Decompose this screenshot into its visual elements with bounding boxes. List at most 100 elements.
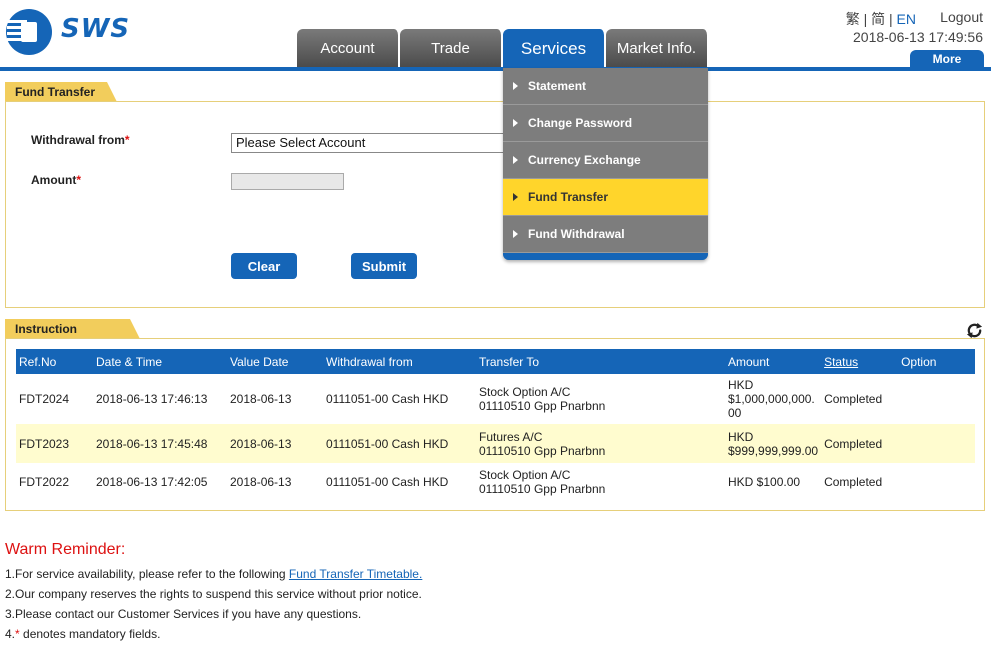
lang-separator: | bbox=[863, 11, 868, 27]
amount-line: HKD $100.00 bbox=[728, 474, 801, 489]
col-status[interactable]: Status bbox=[821, 349, 898, 374]
cell-ref: FDT2023 bbox=[19, 436, 70, 451]
menu-item-label: Fund Transfer bbox=[528, 190, 609, 204]
col-withdrawal-from: Withdrawal from bbox=[326, 354, 413, 369]
amount-input[interactable] bbox=[231, 173, 344, 190]
withdrawal-from-label-text: Withdrawal from bbox=[31, 133, 125, 147]
reminder-text: 4. bbox=[5, 627, 16, 641]
to-line: Stock Option A/C bbox=[479, 385, 571, 399]
cell-option bbox=[898, 374, 975, 424]
col-value-date: Value Date bbox=[230, 354, 289, 369]
nav-trade[interactable]: Trade bbox=[400, 29, 503, 68]
to-line: 01110510 Gpp Pnarbnn bbox=[479, 481, 606, 496]
cell-to: Stock Option A/C 01110510 Gpp Pnarbnn bbox=[476, 374, 725, 424]
lang-separator: | bbox=[889, 11, 893, 27]
amount-label-text: Amount bbox=[31, 173, 77, 187]
cell-status: Completed bbox=[824, 436, 883, 451]
clear-button[interactable]: Clear bbox=[231, 253, 297, 279]
instruction-history-title: Instruction history bbox=[5, 319, 140, 339]
fund-transfer-title: Fund Transfer bbox=[5, 82, 117, 102]
col-date-time: Date & Time bbox=[96, 354, 163, 369]
amount-line: $1,000,000,000. bbox=[728, 392, 815, 406]
main-nav: Account Trade Services Market Info. bbox=[297, 29, 709, 68]
menu-item-label: Currency Exchange bbox=[528, 153, 641, 167]
to-line: 01110510 Gpp Pnarbnn bbox=[479, 399, 606, 413]
header-divider bbox=[0, 67, 991, 71]
col-ref-no: Ref.No bbox=[19, 354, 57, 369]
col-status-label[interactable]: Status bbox=[824, 355, 858, 369]
menu-item-change-password[interactable]: Change Password bbox=[503, 105, 708, 142]
cell-status: Completed bbox=[824, 392, 883, 406]
nav-market-info[interactable]: Market Info. bbox=[606, 29, 709, 68]
nav-account[interactable]: Account bbox=[297, 29, 400, 68]
lang-traditional-link[interactable]: 繁 bbox=[846, 11, 860, 27]
menu-item-statement[interactable]: Statement bbox=[503, 68, 708, 105]
cell-to: Futures A/C 01110510 Gpp Pnarbnn bbox=[476, 424, 725, 463]
reminder-line-3: 3.Please contact our Customer Services i… bbox=[5, 607, 362, 621]
lang-english-link[interactable]: EN bbox=[897, 11, 916, 27]
col-transfer-to: Transfer To bbox=[479, 354, 540, 369]
cell-ref: FDT2024 bbox=[19, 392, 70, 406]
amount-label: Amount* bbox=[31, 173, 81, 187]
cell-value-date: 2018-06-13 bbox=[230, 436, 292, 451]
withdrawal-from-label: Withdrawal from* bbox=[31, 133, 130, 147]
cell-value-date: 2018-06-13 bbox=[230, 474, 292, 489]
reminder-line-2: 2.Our company reserves the rights to sus… bbox=[5, 587, 422, 601]
triangle-right-icon bbox=[513, 193, 518, 201]
instruction-history-table: Ref.No Date & Time Value Date Withdrawal… bbox=[16, 349, 975, 500]
menu-item-currency-exchange[interactable]: Currency Exchange bbox=[503, 142, 708, 179]
menu-item-label: Fund Withdrawal bbox=[528, 227, 625, 241]
submit-button[interactable]: Submit bbox=[351, 253, 417, 279]
cell-option bbox=[898, 424, 975, 463]
language-switcher: 繁 | 简 | EN bbox=[846, 9, 916, 29]
triangle-right-icon bbox=[513, 82, 518, 90]
table-header-row: Ref.No Date & Time Value Date Withdrawal… bbox=[16, 349, 975, 374]
header: SWS 繁 | 简 | EN Logout 2018-06-13 17:49:5… bbox=[0, 0, 991, 72]
required-mark: * bbox=[76, 173, 81, 187]
cell-datetime: 2018-06-13 17:46:13 bbox=[96, 392, 208, 406]
withdrawal-account-select[interactable]: Please Select Account bbox=[231, 133, 507, 153]
current-datetime: 2018-06-13 17:49:56 bbox=[853, 29, 983, 45]
cell-status: Completed bbox=[824, 474, 883, 489]
to-line: Stock Option A/C bbox=[479, 467, 571, 482]
fund-transfer-panel: Withdrawal from* Please Select Account A… bbox=[5, 101, 985, 308]
more-button[interactable]: More bbox=[910, 50, 984, 68]
menu-bottom-bar bbox=[503, 253, 708, 260]
reminder-title: Warm Reminder: bbox=[5, 541, 126, 558]
required-mark: * bbox=[124, 133, 130, 147]
reminder-text: denotes mandatory fields. bbox=[19, 627, 161, 641]
amount-line: 00 bbox=[728, 406, 742, 420]
cell-option bbox=[898, 463, 975, 500]
cell-amount: HKD $999,999,999.00 bbox=[725, 424, 821, 463]
triangle-right-icon bbox=[513, 119, 518, 127]
reminder-text: 1.For service availability, please refer… bbox=[5, 567, 289, 581]
table-row: FDT2022 2018-06-13 17:42:05 2018-06-13 0… bbox=[16, 463, 975, 500]
logo[interactable]: SWS bbox=[5, 8, 135, 58]
cell-value-date: 2018-06-13 bbox=[230, 392, 292, 406]
logout-link[interactable]: Logout bbox=[940, 9, 983, 25]
cell-to: Stock Option A/C 01110510 Gpp Pnarbnn bbox=[476, 463, 725, 500]
cell-ref: FDT2022 bbox=[19, 474, 70, 489]
cell-datetime: 2018-06-13 17:45:48 bbox=[96, 436, 208, 451]
amount-line: HKD bbox=[728, 378, 754, 392]
fund-transfer-timetable-link[interactable]: Fund Transfer Timetable. bbox=[289, 567, 422, 581]
sws-logo-icon bbox=[6, 9, 52, 55]
table-row: FDT2023 2018-06-13 17:45:48 2018-06-13 0… bbox=[16, 424, 975, 463]
menu-item-fund-transfer[interactable]: Fund Transfer bbox=[503, 179, 708, 216]
brand-name: SWS bbox=[61, 14, 131, 44]
cell-from: 0111051-00 Cash HKD bbox=[326, 474, 449, 489]
instruction-history-panel: Ref.No Date & Time Value Date Withdrawal… bbox=[5, 338, 985, 511]
lang-simplified-link[interactable]: 简 bbox=[871, 11, 885, 27]
cell-from: 0111051-00 Cash HKD bbox=[326, 436, 449, 451]
cell-amount: HKD $1,000,000,000. 00 bbox=[725, 374, 821, 424]
triangle-right-icon bbox=[513, 156, 518, 164]
to-line: 01110510 Gpp Pnarbnn bbox=[479, 443, 606, 458]
menu-item-label: Statement bbox=[528, 79, 587, 93]
amount-line: HKD bbox=[728, 429, 754, 444]
menu-item-fund-withdrawal[interactable]: Fund Withdrawal bbox=[503, 216, 708, 253]
nav-services[interactable]: Services bbox=[503, 29, 606, 68]
col-option: Option bbox=[901, 354, 937, 369]
warm-reminder: Warm Reminder: 1.For service availabilit… bbox=[5, 541, 705, 644]
table-row: FDT2024 2018-06-13 17:46:13 2018-06-13 0… bbox=[16, 374, 975, 424]
cell-from: 0111051-00 Cash HKD bbox=[326, 392, 449, 406]
